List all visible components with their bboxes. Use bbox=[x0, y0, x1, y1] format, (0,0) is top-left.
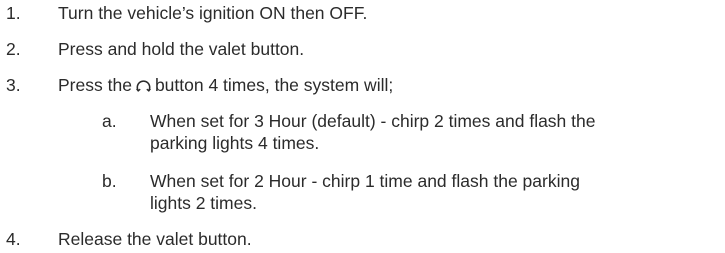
step-number: 1. bbox=[6, 3, 21, 23]
substep-letter: a. bbox=[102, 111, 117, 131]
step-number: 3. bbox=[6, 75, 21, 95]
step-text: Press and hold the valet button. bbox=[58, 39, 305, 59]
substep-text-line-1: When set for 3 Hour (default) - chirp 2 … bbox=[150, 111, 596, 131]
substep-letter: b. bbox=[102, 171, 117, 191]
substep-text-line-1: When set for 2 Hour - chirp 1 time and f… bbox=[150, 171, 580, 191]
step-number: 4. bbox=[6, 229, 21, 249]
step-number: 2. bbox=[6, 39, 21, 59]
step-text: Release the valet button. bbox=[58, 229, 252, 249]
step-text-after-icon: button 4 times, the system will; bbox=[154, 75, 394, 95]
remote-button-icon bbox=[135, 77, 152, 93]
step-text: Turn the vehicle’s ignition ON then OFF. bbox=[58, 3, 368, 23]
step-text-before-icon: Press the bbox=[58, 75, 132, 95]
substep-text-line-2: parking lights 4 times. bbox=[150, 133, 320, 153]
step-text: Press the button 4 times, the system will… bbox=[58, 74, 393, 96]
substep-text-line-2: lights 2 times. bbox=[150, 193, 257, 213]
